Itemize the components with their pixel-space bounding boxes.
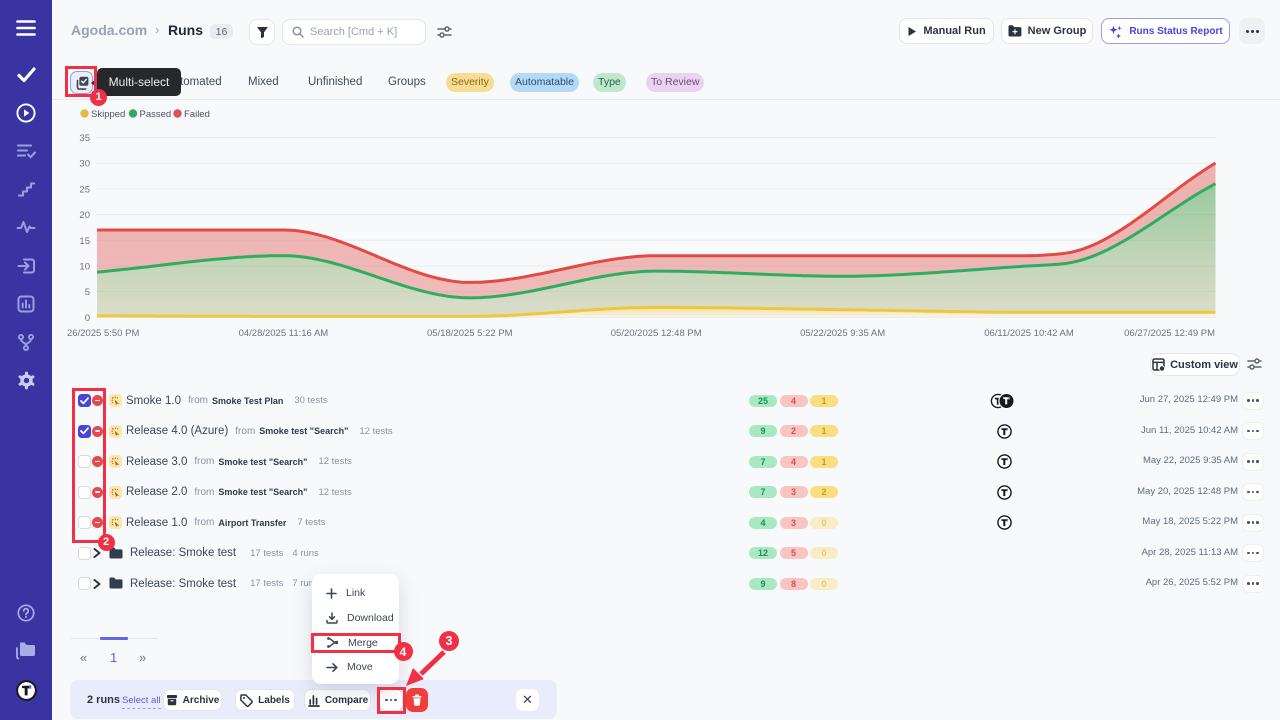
svg-text:10: 10	[79, 262, 90, 273]
svg-text:26/2025 5:50 PM: 26/2025 5:50 PM	[67, 328, 139, 339]
svg-text:05/22/2025 9:35 AM: 05/22/2025 9:35 AM	[800, 328, 885, 339]
svg-text:Failed: Failed	[184, 109, 210, 120]
svg-text:04/28/2025 11:16 AM: 04/28/2025 11:16 AM	[239, 328, 329, 339]
svg-text:35: 35	[79, 133, 90, 144]
svg-text:20: 20	[79, 210, 90, 221]
svg-text:06/11/2025 10:42 AM: 06/11/2025 10:42 AM	[984, 328, 1074, 339]
svg-text:0: 0	[85, 313, 90, 324]
svg-text:05/18/2025 5:22 PM: 05/18/2025 5:22 PM	[427, 328, 513, 339]
svg-text:25: 25	[79, 184, 90, 195]
svg-text:06/27/2025 12:49 PM: 06/27/2025 12:49 PM	[1124, 328, 1215, 339]
svg-text:Skipped: Skipped	[91, 109, 125, 120]
svg-text:15: 15	[79, 236, 90, 247]
svg-text:Passed: Passed	[140, 109, 172, 120]
svg-text:30: 30	[79, 159, 90, 170]
svg-text:5: 5	[85, 287, 90, 298]
svg-text:05/20/2025 12:48 PM: 05/20/2025 12:48 PM	[611, 328, 702, 339]
